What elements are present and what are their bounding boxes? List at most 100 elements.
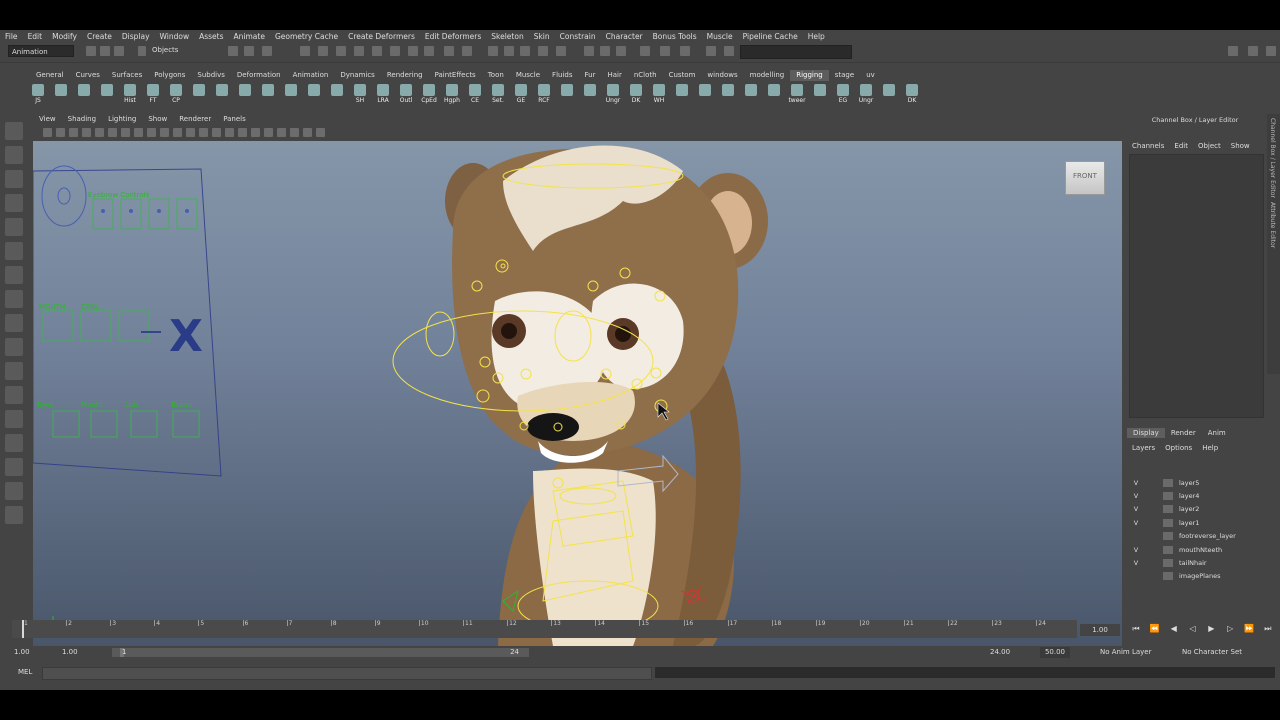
ipr-render-icon[interactable]	[660, 46, 670, 56]
shelf-button[interactable]: Set.	[488, 82, 508, 106]
viewport-toolbar-icon[interactable]	[316, 128, 325, 137]
go-to-start-icon[interactable]: ⏮	[1128, 624, 1144, 636]
step-forward-frame-icon[interactable]: ▷	[1222, 624, 1238, 636]
step-back-frame-icon[interactable]: ◀	[1166, 624, 1182, 636]
shelf-button[interactable]: Outl	[396, 82, 416, 106]
shelf-button[interactable]	[741, 82, 761, 106]
viewcube[interactable]: FRONT	[1065, 161, 1105, 195]
render-view-icon[interactable]	[616, 46, 626, 56]
shelf-tab-custom[interactable]: Custom	[663, 70, 702, 81]
layout-hypershade-icon[interactable]	[5, 434, 23, 452]
shelf-tab-hair[interactable]: Hair	[601, 70, 627, 81]
viewport-toolbar-icon[interactable]	[121, 128, 130, 137]
play-backwards-icon[interactable]: ◁	[1185, 624, 1201, 636]
viewport-toolbar-icon[interactable]	[303, 128, 312, 137]
shelf-tab-animation[interactable]: Animation	[287, 70, 335, 81]
layer-visibility-toggle[interactable]: V	[1131, 559, 1141, 567]
viewport-toolbar-icon[interactable]	[173, 128, 182, 137]
select-by-curve-icon[interactable]	[336, 46, 346, 56]
shelf-tab-toon[interactable]: Toon	[482, 70, 510, 81]
cb-menu-object[interactable]: Object	[1193, 142, 1226, 150]
shelf-button[interactable]	[557, 82, 577, 106]
menu-character[interactable]: Character	[601, 32, 648, 41]
shelf-button[interactable]: CE	[465, 82, 485, 106]
menu-bonus-tools[interactable]: Bonus Tools	[648, 32, 702, 41]
panel-menu-show[interactable]: Show	[142, 114, 173, 125]
paint-select-icon[interactable]	[5, 170, 23, 188]
shelf-button[interactable]: Hgph	[442, 82, 462, 106]
select-by-render-icon[interactable]	[408, 46, 418, 56]
layout-persp-outliner-icon[interactable]	[5, 386, 23, 404]
component-mode-icon[interactable]	[262, 46, 272, 56]
layer-row[interactable]: VtailNhair	[1131, 556, 1261, 569]
construction-history-icon[interactable]	[600, 46, 610, 56]
shelf-button[interactable]	[51, 82, 71, 106]
menu-skin[interactable]: Skin	[529, 32, 555, 41]
viewport-toolbar-icon[interactable]	[69, 128, 78, 137]
select-by-surface-icon[interactable]	[354, 46, 364, 56]
shelf-button[interactable]: Hist	[120, 82, 140, 106]
layer-color-swatch[interactable]	[1163, 532, 1173, 541]
shelf-button[interactable]: SH	[350, 82, 370, 106]
shelf-button[interactable]	[97, 82, 117, 106]
shelf-tab-general[interactable]: General	[30, 70, 70, 81]
side-tab-channel-box[interactable]: Channel Box / Layer Editor	[1269, 118, 1276, 198]
layer-row[interactable]: Vlayer1	[1131, 516, 1261, 529]
play-forwards-icon[interactable]: ▶	[1203, 624, 1219, 636]
save-scene-icon[interactable]	[114, 46, 124, 56]
shelf-tab-dynamics[interactable]: Dynamics	[334, 70, 381, 81]
shelf-tab-subdivs[interactable]: Subdivs	[191, 70, 231, 81]
shelf-button[interactable]	[764, 82, 784, 106]
shelf-tab-polygons[interactable]: Polygons	[148, 70, 191, 81]
shelf-tab-surfaces[interactable]: Surfaces	[106, 70, 148, 81]
layer-visibility-toggle[interactable]: V	[1131, 505, 1141, 513]
menu-skeleton[interactable]: Skeleton	[486, 32, 528, 41]
shelf-button[interactable]: LRA	[373, 82, 393, 106]
select-by-dynamics-icon[interactable]	[390, 46, 400, 56]
shelf-button[interactable]: DK	[902, 82, 922, 106]
layer-row[interactable]: Vlayer4	[1131, 489, 1261, 502]
shelf-button[interactable]	[695, 82, 715, 106]
menu-edit-deformers[interactable]: Edit Deformers	[420, 32, 486, 41]
input-line-field[interactable]	[740, 45, 852, 59]
history-icon[interactable]	[584, 46, 594, 56]
layer-visibility-toggle[interactable]: V	[1131, 492, 1141, 500]
make-live-icon[interactable]	[556, 46, 566, 56]
shelf-button[interactable]: CpEd	[419, 82, 439, 106]
range-slider-bar[interactable]: 1 24	[112, 648, 529, 657]
lasso-tool-icon[interactable]	[5, 146, 23, 164]
menu-geometry-cache[interactable]: Geometry Cache	[270, 32, 343, 41]
menu-assets[interactable]: Assets	[194, 32, 228, 41]
layer-row[interactable]: VmouthNteeth	[1131, 543, 1261, 556]
shelf-tab-windows[interactable]: windows	[701, 70, 743, 81]
new-scene-icon[interactable]	[86, 46, 96, 56]
perspective-viewport[interactable]: Eyebrow Controls MOUTH CTRL X Eyes Mouth…	[33, 141, 1122, 647]
layer-tab-display[interactable]: Display	[1127, 428, 1165, 438]
cb-menu-edit[interactable]: Edit	[1169, 142, 1193, 150]
shelf-button[interactable]: tweer	[787, 82, 807, 106]
shelf-tab-fluids[interactable]: Fluids	[546, 70, 578, 81]
layer-menu-options[interactable]: Options	[1160, 444, 1197, 452]
viewport-toolbar-icon[interactable]	[56, 128, 65, 137]
viewport-toolbar-icon[interactable]	[134, 128, 143, 137]
viewport-toolbar-icon[interactable]	[290, 128, 299, 137]
animation-end-field[interactable]: 50.00	[1040, 647, 1070, 658]
shelf-tab-rigging[interactable]: Rigging	[790, 70, 829, 81]
go-to-end-icon[interactable]: ⏭	[1260, 624, 1276, 636]
shelf-button[interactable]	[810, 82, 830, 106]
shelf-tab-deformation[interactable]: Deformation	[231, 70, 287, 81]
viewport-toolbar-icon[interactable]	[251, 128, 260, 137]
menu-edit[interactable]: Edit	[23, 32, 48, 41]
viewport-toolbar-icon[interactable]	[225, 128, 234, 137]
shelf-button[interactable]	[879, 82, 899, 106]
step-forward-key-icon[interactable]: ⏩	[1241, 624, 1257, 636]
shelf-button[interactable]: EG	[833, 82, 853, 106]
shelf-button[interactable]	[718, 82, 738, 106]
viewport-toolbar-icon[interactable]	[43, 128, 52, 137]
viewport-toolbar-icon[interactable]	[160, 128, 169, 137]
viewport-toolbar-icon[interactable]	[199, 128, 208, 137]
layout-single-icon[interactable]	[5, 338, 23, 356]
menu-file[interactable]: File	[0, 32, 23, 41]
current-frame-field[interactable]: 1.00	[1080, 624, 1120, 636]
shelf-button[interactable]: JS	[28, 82, 48, 106]
